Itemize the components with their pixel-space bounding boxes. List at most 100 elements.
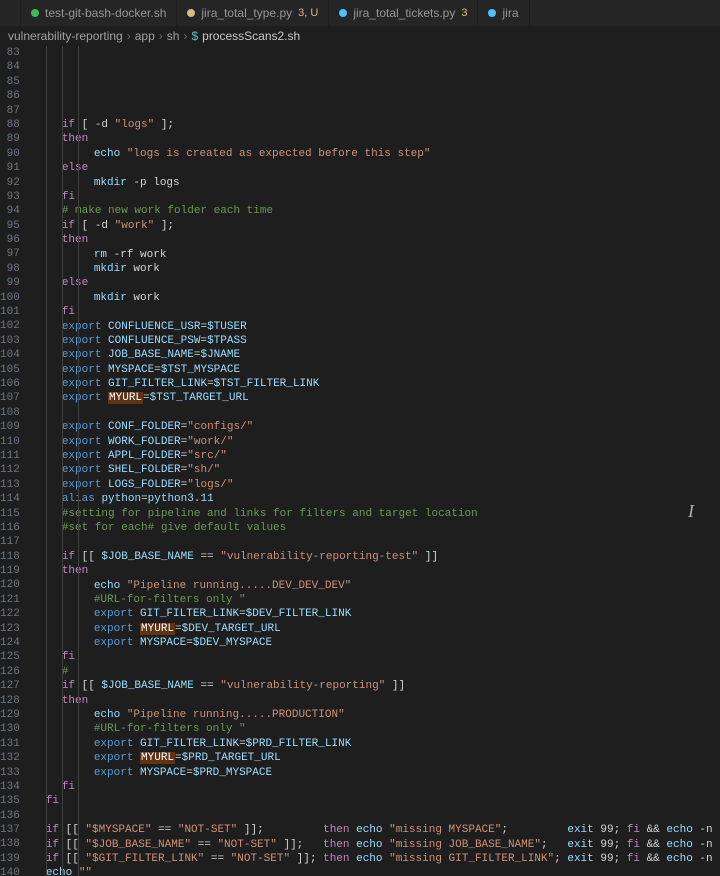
line-number: 131	[0, 737, 20, 751]
line-number: 132	[0, 751, 20, 765]
code-line[interactable]: if [[ "$MYSPACE" == "NOT-SET" ]]; then e…	[30, 823, 720, 837]
line-number: 90	[0, 147, 20, 161]
line-number: 91	[0, 161, 20, 175]
breadcrumb[interactable]: vulnerability-reporting › app › sh › $ p…	[0, 26, 720, 46]
tab-jira-total-type[interactable]: jira_total_type.py 3, U	[177, 0, 329, 26]
code-line[interactable]: echo "logs is created as expected before…	[30, 147, 720, 161]
code-line[interactable]: export MYURL=$DEV_TARGET_URL	[30, 622, 720, 636]
code-line[interactable]: export GIT_FILTER_LINK=$DEV_FILTER_LINK	[30, 607, 720, 621]
code-line[interactable]: export LOGS_FOLDER="logs/"	[30, 478, 720, 492]
code-line[interactable]: export CONFLUENCE_USR=$TUSER	[30, 320, 720, 334]
tab-unknown-0[interactable]	[0, 0, 21, 26]
tab-jira-total-tickets[interactable]: jira_total_tickets.py 3	[329, 0, 478, 26]
code-line[interactable]: then	[30, 132, 720, 146]
code-line[interactable]: if [[ "$JOB_BASE_NAME" == "NOT-SET" ]]; …	[30, 838, 720, 852]
code-line[interactable]: #URL-for-filters only "	[30, 593, 720, 607]
tab-jira-partial[interactable]: jira	[478, 0, 529, 26]
code-line[interactable]: export MYURL=$PRD_TARGET_URL	[30, 751, 720, 765]
chevron-right-icon: ›	[159, 29, 163, 43]
code-line[interactable]: alias python=python3.11	[30, 492, 720, 506]
line-number: 112	[0, 463, 20, 477]
code-line[interactable]: then	[30, 564, 720, 578]
code-line[interactable]: export MYURL=$TST_TARGET_URL	[30, 391, 720, 405]
code-line[interactable]: fi	[30, 190, 720, 204]
indent-guide	[46, 46, 47, 876]
code-line[interactable]: #URL-for-filters only "	[30, 722, 720, 736]
line-number: 125	[0, 650, 20, 664]
line-number: 87	[0, 104, 20, 118]
code-line[interactable]: echo ""	[30, 866, 720, 876]
code-line[interactable]: rm -rf work	[30, 248, 720, 262]
code-line[interactable]: fi	[30, 780, 720, 794]
tab-label: jira_total_type.py	[201, 6, 292, 20]
code-line[interactable]: export GIT_FILTER_LINK=$PRD_FILTER_LINK	[30, 737, 720, 751]
code-line[interactable]: export WORK_FOLDER="work/"	[30, 435, 720, 449]
chevron-right-icon: ›	[183, 29, 187, 43]
code-line[interactable]: then	[30, 694, 720, 708]
code-line[interactable]: #set for each# give default values	[30, 521, 720, 535]
line-number: 120	[0, 578, 20, 592]
code-line[interactable]: fi	[30, 305, 720, 319]
line-number: 119	[0, 564, 20, 578]
dot-icon	[339, 9, 347, 17]
code-area[interactable]: if [ -d "logs" ];thenecho "logs is creat…	[30, 46, 720, 876]
tab-test-git-bash-docker[interactable]: test-git-bash-docker.sh	[21, 0, 177, 26]
line-number: 93	[0, 190, 20, 204]
code-line[interactable]: export MYSPACE=$PRD_MYSPACE	[30, 766, 720, 780]
code-line[interactable]: echo "Pipeline running.....DEV_DEV_DEV"	[30, 579, 720, 593]
line-number: 140	[0, 866, 20, 876]
code-line[interactable]: if [[ "$GIT_FILTER_LINK" == "NOT-SET" ]]…	[30, 852, 720, 866]
code-line[interactable]: mkdir work	[30, 291, 720, 305]
line-number: 127	[0, 679, 20, 693]
tab-label: jira	[502, 6, 518, 20]
shell-file-icon: $	[191, 29, 198, 43]
line-number: 121	[0, 593, 20, 607]
line-number: 134	[0, 780, 20, 794]
code-line[interactable]: else	[30, 161, 720, 175]
line-number: 110	[0, 435, 20, 449]
line-number: 99	[0, 276, 20, 290]
line-number: 107	[0, 391, 20, 405]
code-line[interactable]: export GIT_FILTER_LINK=$TST_FILTER_LINK	[30, 377, 720, 391]
code-line[interactable]: mkdir work	[30, 262, 720, 276]
line-number: 130	[0, 722, 20, 736]
code-line[interactable]: #setting for pipeline and links for filt…	[30, 507, 720, 521]
code-line[interactable]: # make new work folder each time	[30, 204, 720, 218]
line-number: 85	[0, 75, 20, 89]
code-line[interactable]: echo "Pipeline running.....PRODUCTION"	[30, 708, 720, 722]
code-line[interactable]: export SHEL_FOLDER="sh/"	[30, 463, 720, 477]
dot-icon	[488, 9, 496, 17]
code-line[interactable]: export MYSPACE=$DEV_MYSPACE	[30, 636, 720, 650]
line-number: 115	[0, 507, 20, 521]
code-line[interactable]: if [ -d "work" ];	[30, 219, 720, 233]
line-number: 113	[0, 478, 20, 492]
code-line[interactable]: export MYSPACE=$TST_MYSPACE	[30, 363, 720, 377]
code-line[interactable]	[30, 809, 720, 823]
tab-bar: test-git-bash-docker.sh jira_total_type.…	[0, 0, 720, 26]
code-line[interactable]: mkdir -p logs	[30, 176, 720, 190]
editor[interactable]: 8384858687888990919293949596979899100101…	[0, 46, 720, 876]
code-line[interactable]: if [ -d "logs" ];	[30, 118, 720, 132]
code-line[interactable]	[30, 535, 720, 549]
line-number: 95	[0, 219, 20, 233]
code-line[interactable]: export APPL_FOLDER="src/"	[30, 449, 720, 463]
tab-label: jira_total_tickets.py	[353, 6, 455, 20]
code-line[interactable]: if [[ $JOB_BASE_NAME == "vulnerability-r…	[30, 679, 720, 693]
code-line[interactable]: else	[30, 276, 720, 290]
crumb-seg: app	[135, 29, 155, 43]
line-number: 139	[0, 852, 20, 866]
code-line[interactable]	[30, 406, 720, 420]
code-line[interactable]: export CONFLUENCE_PSW=$TPASS	[30, 334, 720, 348]
code-line[interactable]: then	[30, 233, 720, 247]
code-line[interactable]: fi	[30, 794, 720, 808]
line-number: 97	[0, 247, 20, 261]
code-line[interactable]: export CONF_FOLDER="configs/"	[30, 420, 720, 434]
code-line[interactable]: export JOB_BASE_NAME=$JNAME	[30, 348, 720, 362]
line-number: 88	[0, 118, 20, 132]
code-line[interactable]: #	[30, 665, 720, 679]
line-number: 92	[0, 176, 20, 190]
line-number: 122	[0, 607, 20, 621]
code-line[interactable]: if [[ $JOB_BASE_NAME == "vulnerability-r…	[30, 550, 720, 564]
code-line[interactable]: fi	[30, 650, 720, 664]
line-number: 118	[0, 550, 20, 564]
